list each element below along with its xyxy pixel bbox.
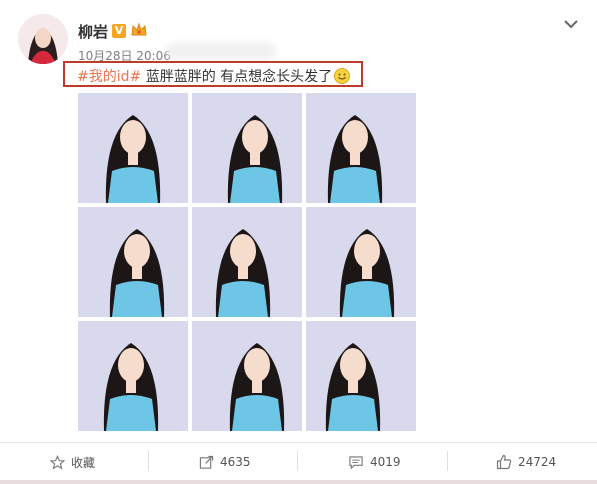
- avatar[interactable]: [18, 14, 68, 64]
- photo-grid: [78, 93, 416, 433]
- star-icon: [50, 454, 65, 469]
- hashtag-link[interactable]: #我的id#: [77, 69, 141, 85]
- thumbs-up-icon: [496, 454, 512, 470]
- action-separator: [297, 451, 298, 471]
- post-text: #我的id# 蓝胖蓝胖的 有点想念长头发了: [77, 66, 351, 86]
- comment-button[interactable]: 4019: [348, 444, 401, 480]
- photo-thumbnail[interactable]: [192, 321, 302, 431]
- photo-thumbnail[interactable]: [78, 93, 188, 203]
- photo-thumbnail[interactable]: [78, 207, 188, 317]
- like-button[interactable]: 24724: [496, 444, 556, 480]
- comment-icon: [349, 455, 363, 469]
- photo-thumbnail[interactable]: [192, 207, 302, 317]
- action-separator: [447, 451, 448, 471]
- photo-thumbnail[interactable]: [192, 93, 302, 203]
- photo-thumbnail[interactable]: [78, 321, 188, 431]
- blurred-source: [166, 42, 276, 60]
- repost-icon: [199, 455, 214, 469]
- action-divider: [0, 442, 597, 443]
- chevron-down-icon[interactable]: [561, 14, 581, 34]
- verified-badge: V: [112, 24, 126, 38]
- post-body-text: 蓝胖蓝胖的 有点想念长头发了: [141, 69, 333, 85]
- favorite-button[interactable]: 收藏: [50, 444, 95, 480]
- repost-button[interactable]: 4635: [199, 444, 251, 480]
- weibo-post-card: 柳岩 V 10月28日 20:06 #我的id# 蓝胖蓝胖的 有点想念长头发了 …: [0, 0, 597, 484]
- author-name[interactable]: 柳岩: [78, 21, 108, 42]
- comment-count: 4019: [370, 455, 401, 469]
- crown-icon: [130, 22, 148, 38]
- card-bottom-edge: [0, 480, 597, 484]
- photo-thumbnail[interactable]: [306, 93, 416, 203]
- repost-count: 4635: [220, 455, 251, 469]
- favorite-label: 收藏: [71, 455, 96, 470]
- like-count: 24724: [518, 455, 557, 469]
- smile-emoji-icon: [334, 68, 351, 84]
- photo-thumbnail[interactable]: [306, 321, 416, 431]
- action-separator: [148, 451, 149, 471]
- photo-thumbnail[interactable]: [306, 207, 416, 317]
